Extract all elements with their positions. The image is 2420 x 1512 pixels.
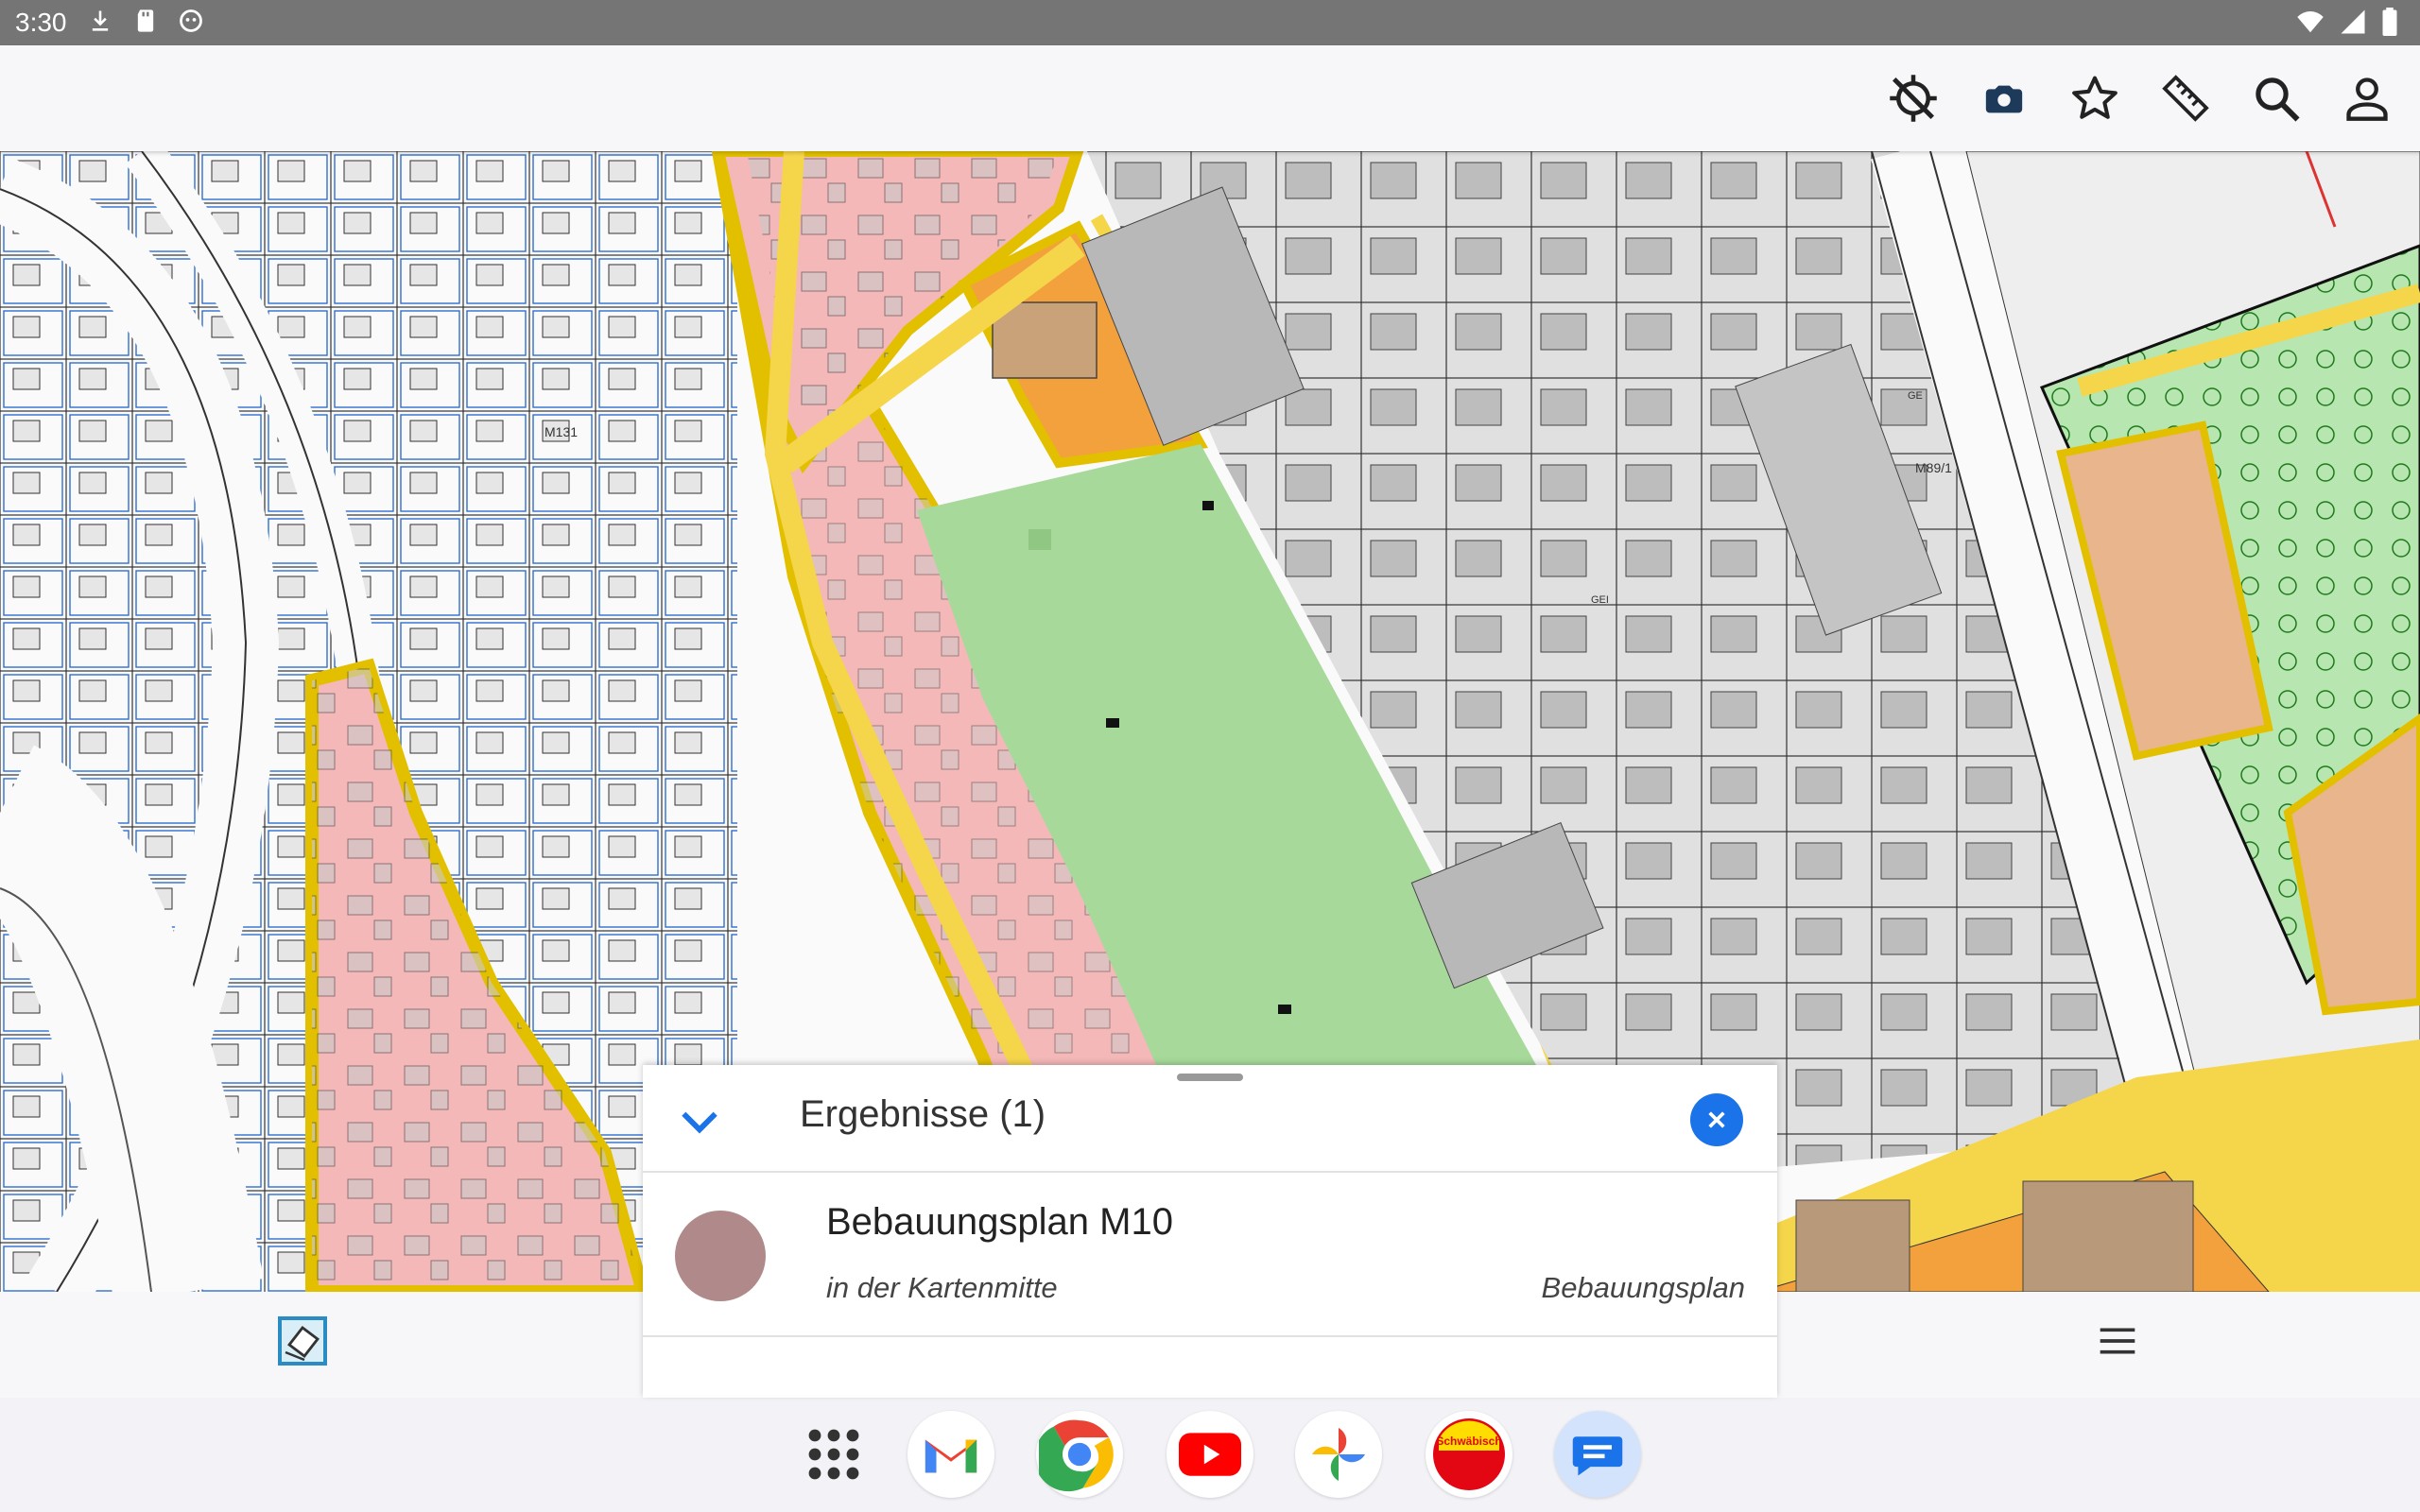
- taskbar-dock: Schwäbisch: [0, 1398, 2420, 1512]
- ruler-icon: [2162, 75, 2209, 122]
- result-type: Bebauungsplan: [1541, 1271, 1745, 1304]
- results-panel: Ergebnisse (1) Bebauungsplan M10 in der …: [643, 1065, 1777, 1398]
- schwaebisch-app[interactable]: Schwäbisch: [1426, 1411, 1512, 1498]
- wifi-icon: [2297, 10, 2324, 33]
- chrome-icon: [1039, 1419, 1114, 1492]
- map-label-m131: M131: [544, 424, 578, 439]
- layers-button[interactable]: [276, 1314, 329, 1367]
- schwaebisch-logo-icon: Schwäbisch: [1433, 1418, 1505, 1490]
- app-drawer-button[interactable]: [790, 1411, 877, 1498]
- signal-icon: [2341, 9, 2365, 34]
- map-toolbar: [0, 45, 2420, 151]
- favorites-button[interactable]: [2066, 70, 2123, 127]
- status-bar: 3:30: [0, 0, 2420, 45]
- app-grid-icon: [808, 1429, 859, 1480]
- messages-app[interactable]: [1554, 1411, 1641, 1498]
- measure-button[interactable]: [2157, 70, 2214, 127]
- gmail-icon: [925, 1439, 977, 1473]
- layers-icon: [278, 1316, 327, 1366]
- sd-card-icon: [137, 9, 154, 32]
- account-icon: [2346, 77, 2388, 121]
- search-button[interactable]: [2248, 70, 2305, 127]
- menu-icon: [2100, 1328, 2135, 1354]
- status-time: 3:30: [15, 8, 67, 37]
- results-title: Ergebnisse (1): [800, 1093, 1046, 1135]
- chrome-app[interactable]: [1036, 1411, 1123, 1498]
- star-icon: [2072, 76, 2118, 119]
- map-label-ge: GE: [1908, 390, 1923, 402]
- collapse-button[interactable]: [671, 1093, 728, 1150]
- youtube-app[interactable]: [1167, 1411, 1253, 1498]
- photos-app[interactable]: [1295, 1411, 1382, 1498]
- search-icon: [2256, 77, 2300, 122]
- result-item[interactable]: Bebauungsplan M10 in der Kartenmitte Beb…: [643, 1173, 1777, 1337]
- close-button[interactable]: [1690, 1093, 1743, 1146]
- result-color-dot: [675, 1211, 766, 1301]
- location-off-button[interactable]: [1885, 70, 1942, 127]
- menu-button[interactable]: [2089, 1313, 2146, 1369]
- youtube-icon: [1179, 1433, 1241, 1476]
- result-title: Bebauungsplan M10: [826, 1201, 1173, 1243]
- messages-icon: [1572, 1436, 1623, 1476]
- photos-icon: [1312, 1428, 1365, 1481]
- battery-icon: [2382, 8, 2397, 36]
- download-icon: [92, 10, 109, 31]
- camera-icon: [1985, 85, 2023, 113]
- result-location: in der Kartenmitte: [826, 1271, 1058, 1304]
- location-off-icon: [1890, 75, 1937, 122]
- close-icon: [1708, 1111, 1725, 1128]
- gmail-app[interactable]: [908, 1411, 994, 1498]
- map-label-gei: GEI: [1591, 594, 1609, 606]
- results-header: Ergebnisse (1): [643, 1065, 1777, 1173]
- android-icon: [180, 9, 202, 32]
- schwaebisch-logo-text: Schwäbisch: [1436, 1435, 1501, 1448]
- chevron-down-icon: [682, 1111, 717, 1134]
- account-button[interactable]: [2339, 70, 2395, 127]
- map-label-m891: M89/1: [1915, 460, 1952, 475]
- camera-button[interactable]: [1976, 70, 2032, 127]
